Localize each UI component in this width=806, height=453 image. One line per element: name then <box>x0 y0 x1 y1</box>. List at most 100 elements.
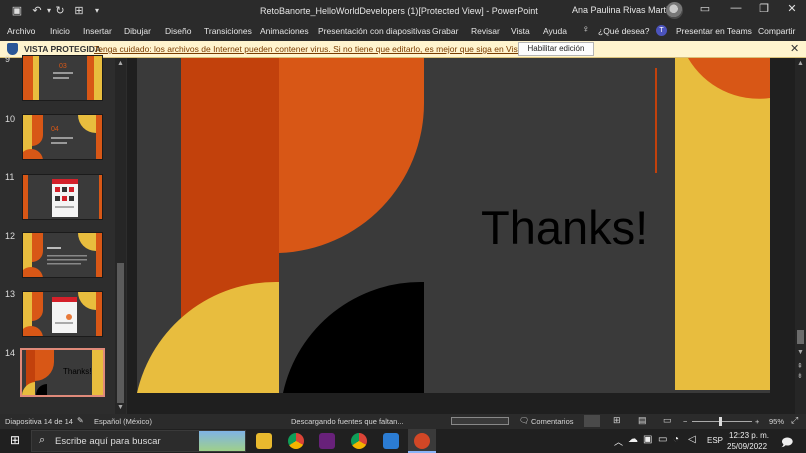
scroll-up-icon[interactable]: ▲ <box>117 60 124 67</box>
chrome-profile-icon[interactable] <box>351 433 367 449</box>
slide-thumbnail-14[interactable]: Thanks! <box>20 348 105 397</box>
slide-canvas[interactable]: Thanks! <box>137 58 770 393</box>
thumbnail-caption: 03 <box>59 63 67 70</box>
save-icon[interactable]: ▣ <box>10 4 24 17</box>
zoom-out-icon[interactable]: − <box>683 417 687 426</box>
chrome-icon[interactable] <box>288 433 304 449</box>
tab-insertar[interactable]: Insertar <box>83 26 112 36</box>
taskbar: ⊞ ⌕ Escribe aquí para buscar ︿ ☁ ▣ ▭ ◔ ◁… <box>0 429 806 453</box>
start-icon[interactable]: ⊞ <box>10 433 20 447</box>
slide-thumbnail-art <box>23 115 102 159</box>
thumbnail-caption: Thanks! <box>63 367 92 376</box>
scrollbar-thumb[interactable] <box>797 330 804 344</box>
title-bar: ▣ ↶ ▾ ↻ ⊞ ▾ RetoBanorte_HelloWorldDevelo… <box>0 0 806 22</box>
tab-revisar[interactable]: Revisar <box>471 26 500 36</box>
slide-number: 11 <box>5 172 15 182</box>
onedrive-icon[interactable]: ☁ <box>628 434 638 445</box>
search-icon: ⌕ <box>39 434 46 446</box>
slide-thumbnail-art <box>23 292 102 336</box>
tab-dibujar[interactable]: Dibujar <box>124 26 151 36</box>
status-message: Descargando fuentes que faltan... <box>291 417 404 426</box>
clock-time[interactable]: 12:23 p. m. <box>729 431 769 440</box>
slide-thumbnail-art <box>23 233 102 277</box>
comment-icon[interactable]: 🗨 <box>519 416 529 425</box>
redo-icon[interactable]: ↻ <box>53 4 67 17</box>
clock-date[interactable]: 25/09/2022 <box>727 442 767 451</box>
zoom-in-icon[interactable]: + <box>755 417 759 426</box>
present-teams-button[interactable]: Presentar en Teams <box>676 26 752 36</box>
zoom-level[interactable]: 95% <box>769 417 784 426</box>
thumbnail-scrollbar[interactable]: ▲ ▼ <box>115 58 126 414</box>
slide-number: 10 <box>5 114 16 124</box>
tab-ayuda[interactable]: Ayuda <box>543 26 567 36</box>
slide-sorter-icon[interactable]: ⊞ <box>613 415 621 426</box>
tell-me-search[interactable]: ¿Qué desea? <box>598 26 650 36</box>
next-slide-icon[interactable]: ⇟ <box>797 372 803 380</box>
ribbon-display-icon[interactable]: ▭ <box>694 2 716 19</box>
restore-icon[interactable]: ❐ <box>753 2 775 19</box>
fit-slide-icon[interactable]: ⤢ <box>791 415 798 426</box>
powerpoint-icon <box>414 433 430 449</box>
minimize-icon[interactable]: — <box>725 2 747 19</box>
avatar[interactable] <box>666 2 683 19</box>
chevron-up-icon[interactable]: ︿ <box>614 435 623 448</box>
slide-counter[interactable]: Diapositiva 14 de 14 <box>5 417 73 426</box>
slide-number: 12 <box>5 231 16 241</box>
network-icon[interactable]: ▣ <box>643 434 652 445</box>
zoom-slider-track[interactable] <box>692 421 752 422</box>
tab-diseno[interactable]: Diseño <box>165 26 191 36</box>
tab-grabar[interactable]: Grabar <box>432 26 458 36</box>
slide-number: 14 <box>5 348 16 358</box>
powerpoint-taskbar-button[interactable] <box>408 429 436 453</box>
close-icon[interactable]: ✕ <box>790 42 799 55</box>
previous-slide-icon[interactable]: ⇞ <box>797 362 803 370</box>
tab-transiciones[interactable]: Transiciones <box>204 26 252 36</box>
close-icon[interactable]: ✕ <box>781 2 803 19</box>
comments-button[interactable]: Comentarios <box>531 417 574 426</box>
tab-inicio[interactable]: Inicio <box>50 26 70 36</box>
language-indicator[interactable]: ESP <box>707 436 723 445</box>
scrollbar-thumb[interactable] <box>117 263 124 403</box>
tab-vista[interactable]: Vista <box>511 26 530 36</box>
slide-thumbnail-10[interactable]: 04 <box>22 114 103 160</box>
wifi-icon[interactable]: ◔ <box>673 434 679 445</box>
tab-presentacion[interactable]: Presentación con diapositivas <box>318 26 430 36</box>
search-box[interactable]: ⌕ Escribe aquí para buscar <box>31 430 246 452</box>
slide-thumbnail-12[interactable] <box>22 232 103 278</box>
language-indicator[interactable]: Español (México) <box>94 417 152 426</box>
slide-number: 9 <box>5 54 11 64</box>
slide-thumbnail-11[interactable] <box>22 174 103 220</box>
proofing-icon[interactable]: ✎ <box>77 416 84 425</box>
slide-title[interactable]: Thanks! <box>481 200 648 255</box>
reading-view-icon[interactable]: ▤ <box>638 415 647 426</box>
status-bar: Diapositiva 14 de 14 ✎ Español (México) … <box>0 414 806 429</box>
tab-archivo[interactable]: Archivo <box>7 26 35 36</box>
file-explorer-icon[interactable] <box>256 433 272 449</box>
visual-studio-icon[interactable] <box>319 433 335 449</box>
editor-scrollbar[interactable]: ▲ ▼ ⇞ ⇟ <box>795 58 806 414</box>
slide-thumbnail-9[interactable]: 03 <box>22 55 103 101</box>
slideshow-icon[interactable]: ▭ <box>663 415 672 426</box>
scroll-down-icon[interactable]: ▼ <box>797 349 804 356</box>
zoom-slider-thumb[interactable] <box>719 417 722 426</box>
tab-animaciones[interactable]: Animaciones <box>260 26 309 36</box>
enable-editing-button[interactable]: Habilitar edición <box>518 42 594 56</box>
teams-icon[interactable]: T <box>656 25 667 36</box>
notifications-icon[interactable]: 🗩 <box>781 434 793 453</box>
protected-view-message[interactable]: Tenga cuidado: los archivos de Internet … <box>94 44 565 54</box>
scroll-up-icon[interactable]: ▲ <box>797 60 804 67</box>
slide-artwork <box>137 58 770 393</box>
lightbulb-icon[interactable]: ♀ <box>582 24 590 35</box>
battery-icon[interactable]: ▭ <box>658 434 667 445</box>
slide-thumbnail-13[interactable] <box>22 291 103 337</box>
protected-view-bar: VISTA PROTEGIDA Tenga cuidado: los archi… <box>0 41 806 58</box>
thumbnail-caption: 04 <box>51 126 59 133</box>
customize-icon[interactable]: ⊞ <box>72 4 86 17</box>
volume-icon[interactable]: ◁ <box>688 434 696 445</box>
normal-view-icon[interactable] <box>584 415 600 427</box>
scroll-down-icon[interactable]: ▼ <box>117 404 124 411</box>
slide-number: 13 <box>5 289 16 299</box>
more-icon[interactable]: ▾ <box>90 6 104 15</box>
share-button[interactable]: Compartir <box>758 26 795 36</box>
photos-icon[interactable] <box>383 433 399 449</box>
